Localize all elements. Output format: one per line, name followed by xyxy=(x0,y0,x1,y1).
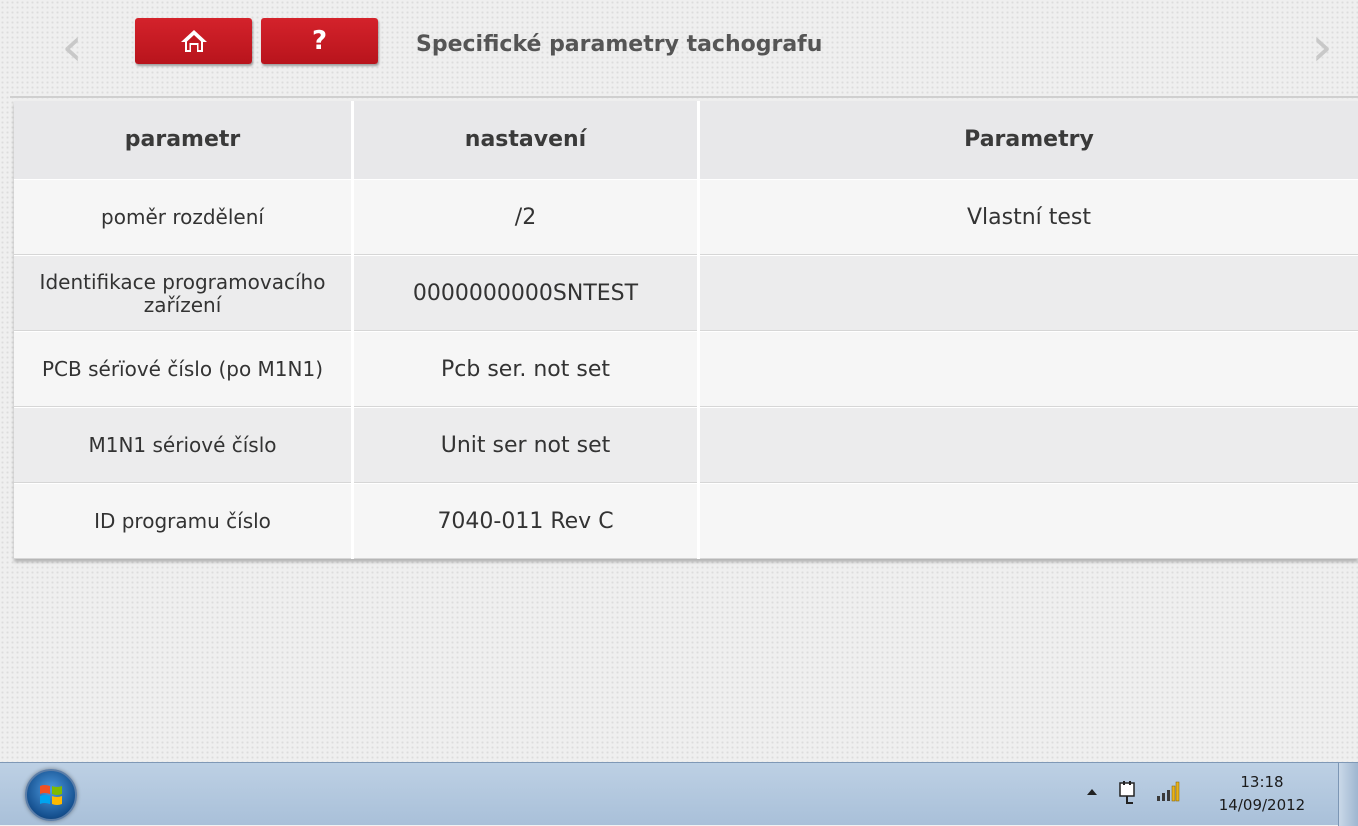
power-plug-icon[interactable] xyxy=(1117,781,1139,809)
table-row[interactable]: PCB sérïové číslo (po M1N1) Pcb ser. not… xyxy=(14,331,1358,407)
parameter-extra-cell xyxy=(700,332,1358,407)
column-header-nastaveni: nastavení xyxy=(354,101,700,179)
header-bar: ‹ ? Specifické parametry tachografu › xyxy=(10,12,1358,98)
parameter-value-cell: 0000000000SNTEST xyxy=(354,256,700,331)
windows-logo-icon xyxy=(40,785,62,805)
parameter-value-cell: Unit ser not set xyxy=(354,408,700,483)
chevron-left-icon: ‹ xyxy=(61,15,83,78)
parameter-extra-cell xyxy=(700,408,1358,483)
page-title: Specifické parametry tachografu xyxy=(416,32,823,57)
help-icon: ? xyxy=(311,26,328,56)
show-hidden-icons-button[interactable] xyxy=(1087,789,1097,795)
table-row[interactable]: ID programu číslo 7040-011 Rev C xyxy=(14,483,1358,559)
parameter-name-cell: poměr rozdělení xyxy=(14,180,354,255)
start-button[interactable] xyxy=(25,769,77,821)
home-button[interactable] xyxy=(135,18,252,64)
clock-date: 14/09/2012 xyxy=(1218,796,1306,814)
parameter-value-cell: /2 xyxy=(354,180,700,255)
table-row[interactable]: poměr rozdělení /2 Vlastní test xyxy=(14,179,1358,255)
table-row[interactable]: Identifikace programovacího zařízení 000… xyxy=(14,255,1358,331)
column-header-parametry: Parametry xyxy=(964,127,1094,153)
column-header-parametr: parametr xyxy=(14,101,354,179)
parameters-table: parametr nastavení Parametry poměr rozdě… xyxy=(14,101,1358,559)
parameter-name-cell: ID programu číslo xyxy=(14,484,354,559)
table-header-row: parametr nastavení Parametry xyxy=(14,101,1358,179)
parameter-name-cell: PCB sérïové číslo (po M1N1) xyxy=(14,332,354,407)
parameter-name-cell: M1N1 sériové číslo xyxy=(14,408,354,483)
parameter-extra-cell xyxy=(700,484,1358,559)
parameter-value-cell: 7040-011 Rev C xyxy=(354,484,700,559)
next-page-button[interactable]: › xyxy=(1302,20,1342,74)
system-clock[interactable]: 13:18 14/09/2012 xyxy=(1210,771,1314,817)
previous-page-button[interactable]: ‹ xyxy=(52,20,92,74)
taskbar: 13:18 14/09/2012 xyxy=(0,762,1358,826)
parameter-extra-cell xyxy=(700,256,1358,331)
table-row[interactable]: M1N1 sériové číslo Unit ser not set xyxy=(14,407,1358,483)
clock-time: 13:18 xyxy=(1240,773,1284,791)
help-button[interactable]: ? xyxy=(261,18,378,64)
show-desktop-button[interactable] xyxy=(1338,763,1358,826)
home-icon xyxy=(180,30,207,52)
parameter-extra-cell: Vlastní test xyxy=(966,204,1092,230)
network-signal-icon[interactable] xyxy=(1156,781,1180,807)
chevron-right-icon: › xyxy=(1311,15,1333,78)
parameter-value-cell: Pcb ser. not set xyxy=(354,332,700,407)
parameter-name-cell: Identifikace programovacího zařízení xyxy=(14,256,354,331)
app-window: ‹ ? Specifické parametry tachografu › pa… xyxy=(0,0,1358,762)
